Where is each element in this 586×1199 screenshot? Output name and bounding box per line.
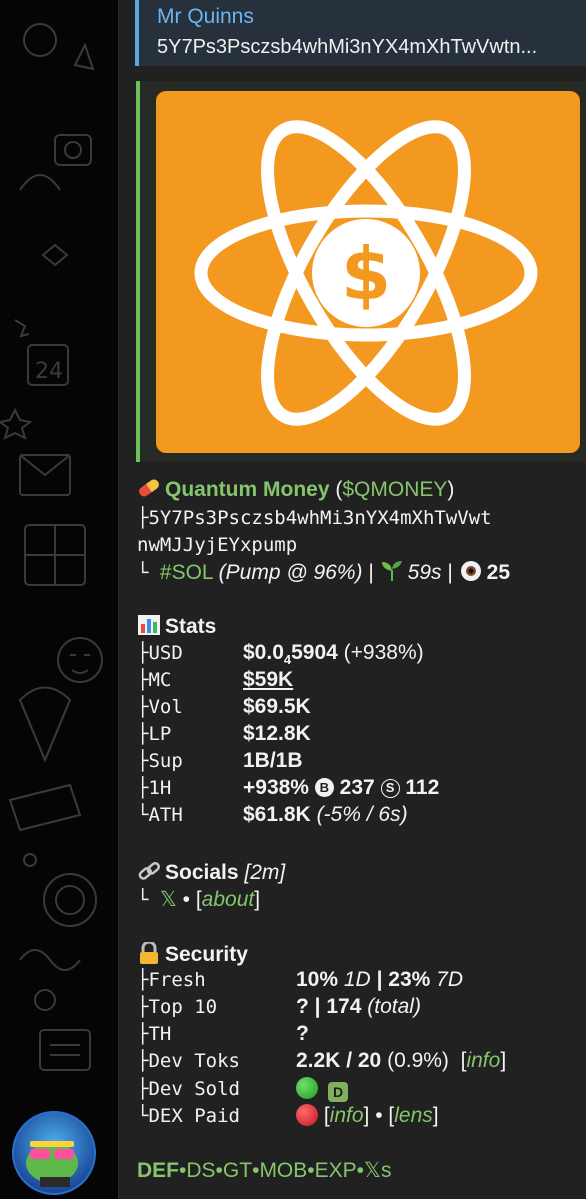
red-circle-icon xyxy=(296,1104,318,1126)
security-heading: Security xyxy=(137,940,248,968)
token-meta: └ #SOL (Pump @ 96%) | 59s | 25 xyxy=(137,560,510,584)
token-name[interactable]: Quantum Money xyxy=(165,478,330,501)
token-address-cont[interactable]: nwMJJyjEYxpump xyxy=(137,532,297,559)
reply-text: 5Y7Ps3Psczsb4whMi3nYX4mXhTwVwtn... xyxy=(157,36,538,58)
pill-icon xyxy=(137,477,161,499)
lens-link[interactable]: lens xyxy=(394,1104,433,1127)
dev-badge-icon: D xyxy=(328,1082,348,1102)
svg-text:24: 24 xyxy=(35,359,63,384)
footer-link-def[interactable]: DEF xyxy=(137,1159,179,1182)
socials-heading: Socials [2m] xyxy=(137,859,285,886)
avatar[interactable] xyxy=(12,1111,96,1195)
dev-toks-info-link[interactable]: info xyxy=(466,1049,500,1072)
token-title: Quantum Money ($QMONEY) xyxy=(137,476,454,503)
stats-heading: Stats xyxy=(137,613,216,640)
atom-dollar-logo: $ xyxy=(194,120,538,426)
buys-icon: B xyxy=(314,778,334,797)
chat-wallpaper: 24 xyxy=(0,0,118,1199)
frog-avatar-icon xyxy=(12,1111,96,1195)
footer-link-mob[interactable]: MOB xyxy=(259,1159,307,1182)
x-link[interactable]: 𝕏 xyxy=(160,888,177,911)
seedling-icon xyxy=(380,560,404,582)
chain-tag[interactable]: #SOL xyxy=(160,561,213,584)
svg-text:$: $ xyxy=(341,232,391,316)
footer-link-ds[interactable]: DS xyxy=(186,1159,215,1182)
footer-links: DEF•DS•GT•MOB•EXP•𝕏s xyxy=(137,1159,392,1182)
token-ticker[interactable]: $QMONEY xyxy=(342,478,447,501)
reply-quote[interactable]: Mr Quinns 5Y7Ps3Psczsb4whMi3nYX4mXhTwVwt… xyxy=(135,0,586,66)
chart-icon xyxy=(137,614,161,636)
market-cap-link[interactable]: $59K xyxy=(243,668,293,692)
link-icon xyxy=(137,860,161,882)
view-count: 25 xyxy=(486,561,510,584)
address-line1: 5Y7Ps3Psczsb4whMi3nYX4mXhTwVwt xyxy=(148,507,492,529)
token-age: 59s xyxy=(407,561,442,584)
link-preview[interactable]: $ xyxy=(136,81,586,462)
lock-icon xyxy=(137,940,161,964)
sells-icon: S xyxy=(380,779,400,798)
address-line2: nwMJJyjEYxpump xyxy=(137,534,298,556)
footer-link-exp[interactable]: EXP xyxy=(315,1159,357,1182)
reply-sender: Mr Quinns xyxy=(157,5,254,28)
eye-icon xyxy=(459,560,483,582)
socials-links: └ 𝕏 • [about] xyxy=(137,888,261,911)
footer-link-xs[interactable]: 𝕏s xyxy=(364,1159,391,1182)
about-link[interactable]: about xyxy=(202,888,255,911)
token-image[interactable]: $ xyxy=(156,91,580,453)
dex-info-link[interactable]: info xyxy=(330,1104,364,1127)
footer-link-gt[interactable]: GT xyxy=(223,1159,252,1182)
green-circle-icon xyxy=(296,1077,318,1099)
pump-status: (Pump @ 96%) xyxy=(218,561,363,584)
token-address[interactable]: ├5Y7Ps3Psczsb4whMi3nYX4mXhTwVwt xyxy=(137,505,492,532)
